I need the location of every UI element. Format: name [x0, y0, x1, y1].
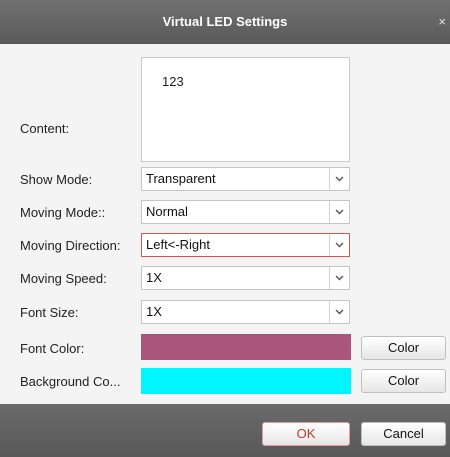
content-textarea[interactable]: [141, 57, 350, 162]
show-mode-select[interactable]: Transparent: [141, 167, 350, 191]
moving-direction-value: Left<-Right: [146, 237, 210, 252]
moving-direction-select[interactable]: Left<-Right: [141, 233, 350, 257]
font-size-value: 1X: [146, 304, 162, 319]
chevron-down-icon[interactable]: [329, 234, 349, 256]
moving-speed-label: Moving Speed:: [20, 271, 107, 286]
chevron-down-icon[interactable]: [329, 201, 349, 223]
dialog-title: Virtual LED Settings: [162, 14, 288, 29]
background-color-button[interactable]: Color: [361, 369, 446, 393]
ok-button[interactable]: OK: [262, 422, 350, 446]
footer-bar: OK Cancel: [0, 404, 450, 457]
font-size-label: Font Size:: [20, 305, 79, 320]
close-icon[interactable]: ×: [438, 0, 446, 44]
moving-speed-select[interactable]: 1X: [141, 266, 350, 290]
chevron-down-icon[interactable]: [329, 301, 349, 323]
font-color-swatch: [141, 334, 351, 360]
background-color-swatch: [141, 368, 351, 394]
font-color-label: Font Color:: [20, 341, 85, 356]
font-color-button[interactable]: Color: [361, 336, 446, 360]
moving-speed-value: 1X: [146, 270, 162, 285]
background-color-label: Background Co...: [20, 374, 121, 389]
virtual-led-settings-dialog: Virtual LED Settings × Content: Show Mod…: [0, 0, 450, 457]
chevron-down-icon[interactable]: [329, 168, 349, 190]
title-bar: Virtual LED Settings ×: [0, 0, 450, 44]
show-mode-value: Transparent: [146, 171, 216, 186]
chevron-down-icon[interactable]: [329, 267, 349, 289]
moving-mode-select[interactable]: Normal: [141, 200, 350, 224]
font-size-select[interactable]: 1X: [141, 300, 350, 324]
moving-mode-label: Moving Mode::: [20, 205, 106, 220]
moving-direction-label: Moving Direction:: [20, 238, 121, 253]
moving-mode-value: Normal: [146, 204, 188, 219]
content-label: Content:: [20, 121, 70, 136]
show-mode-label: Show Mode:: [20, 172, 93, 187]
cancel-button[interactable]: Cancel: [361, 422, 446, 446]
